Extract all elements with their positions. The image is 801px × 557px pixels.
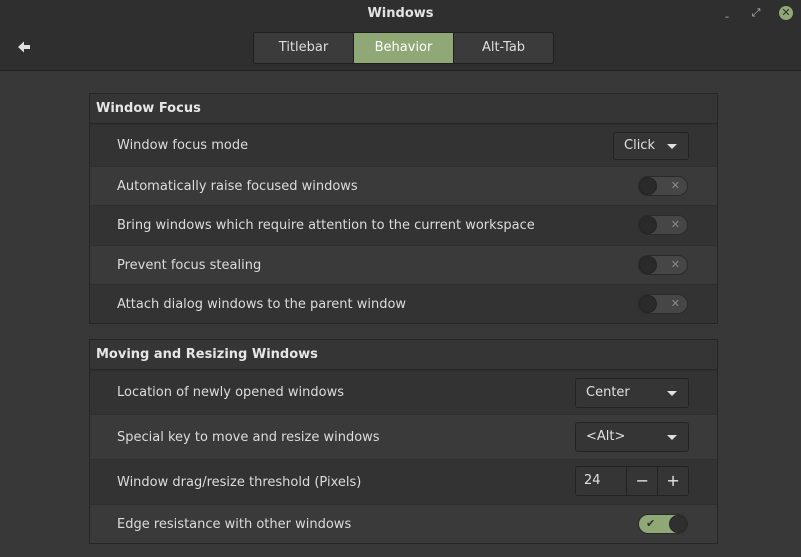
chevron-down-icon	[667, 435, 677, 440]
prevent-stealing-switch[interactable]: ✕	[638, 255, 688, 275]
maximize-icon[interactable]: ⤢	[748, 5, 764, 21]
edge-resistance-label: Edge resistance with other windows	[117, 516, 352, 532]
tab-titlebar[interactable]: Titlebar	[254, 33, 354, 63]
minimize-icon[interactable]: ˍ	[719, 5, 735, 21]
prevent-stealing-row: Prevent focus stealing ✕	[90, 245, 717, 284]
threshold-stepper: 24 − +	[575, 466, 689, 496]
special-key-row: Special key to move and resize windows <…	[90, 414, 717, 459]
bring-attention-row: Bring windows which require attention to…	[90, 205, 717, 245]
auto-raise-switch[interactable]: ✕	[638, 176, 688, 196]
focus-mode-value: Click	[624, 138, 655, 153]
section-heading: Window Focus	[90, 94, 717, 124]
location-value: Center	[586, 385, 630, 400]
chevron-down-icon	[667, 144, 677, 149]
close-icon[interactable]: ✕	[779, 6, 793, 20]
switch-knob	[639, 177, 657, 195]
back-arrow-icon[interactable]	[17, 40, 31, 54]
chevron-down-icon	[667, 391, 677, 396]
increment-button[interactable]: +	[658, 467, 688, 495]
window-focus-section: Window Focus Window focus mode Click Aut…	[89, 93, 718, 324]
special-key-label: Special key to move and resize windows	[117, 429, 380, 445]
switch-knob	[639, 216, 657, 234]
switch-knob	[639, 295, 657, 313]
switch-knob	[639, 256, 657, 274]
tab-bar: Titlebar Behavior Alt-Tab	[253, 32, 554, 64]
threshold-row: Window drag/resize threshold (Pixels) 24…	[90, 459, 717, 504]
prevent-stealing-label: Prevent focus stealing	[117, 257, 262, 273]
check-icon: ✔	[646, 517, 656, 530]
focus-mode-label: Window focus mode	[117, 138, 249, 153]
tab-alt-tab[interactable]: Alt-Tab	[454, 33, 553, 63]
edge-resistance-row: Edge resistance with other windows ✔	[90, 504, 717, 543]
attach-dialog-label: Attach dialog windows to the parent wind…	[117, 296, 407, 312]
special-key-value: <Alt>	[586, 429, 626, 444]
x-icon: ✕	[670, 297, 680, 310]
special-key-dropdown[interactable]: <Alt>	[575, 422, 689, 452]
header-bar: Windows ˍ ⤢ ✕ Titlebar Behavior Alt-Tab	[0, 0, 801, 71]
threshold-label: Window drag/resize threshold (Pixels)	[117, 474, 362, 490]
edge-resistance-switch[interactable]: ✔	[638, 514, 688, 534]
bring-attention-switch[interactable]: ✕	[638, 215, 688, 235]
section-heading: Moving and Resizing Windows	[90, 340, 717, 370]
threshold-value[interactable]: 24	[576, 467, 628, 495]
moving-resizing-section: Moving and Resizing Windows Location of …	[89, 339, 718, 544]
focus-mode-row: Window focus mode Click	[90, 124, 717, 166]
decrement-button[interactable]: −	[627, 467, 659, 495]
attach-dialog-switch[interactable]: ✕	[638, 294, 688, 314]
x-icon: ✕	[670, 179, 680, 192]
window-title: Windows	[367, 6, 434, 21]
location-row: Location of newly opened windows Center	[90, 370, 717, 414]
location-dropdown[interactable]: Center	[575, 378, 689, 408]
switch-knob	[669, 515, 687, 533]
x-icon: ✕	[670, 218, 680, 231]
focus-mode-dropdown[interactable]: Click	[613, 132, 689, 160]
auto-raise-label: Automatically raise focused windows	[117, 178, 358, 194]
attach-dialog-row: Attach dialog windows to the parent wind…	[90, 284, 717, 323]
location-label: Location of newly opened windows	[117, 385, 345, 400]
x-icon: ✕	[670, 258, 680, 271]
tab-behavior[interactable]: Behavior	[354, 33, 454, 63]
auto-raise-row: Automatically raise focused windows ✕	[90, 166, 717, 205]
bring-attention-label: Bring windows which require attention to…	[117, 218, 535, 233]
